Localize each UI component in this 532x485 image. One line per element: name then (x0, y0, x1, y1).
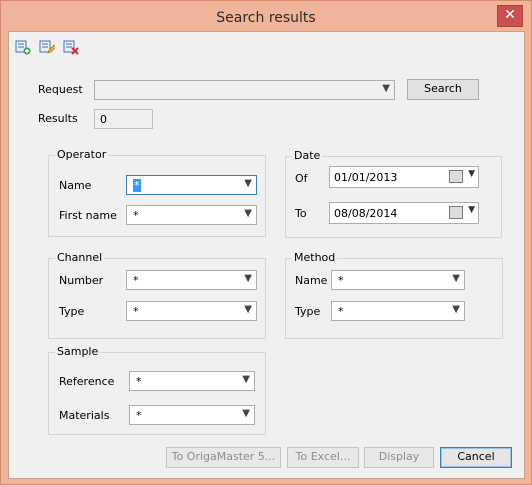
results-count: 0 (100, 113, 107, 126)
calendar-icon[interactable] (449, 170, 463, 183)
request-label: Request (38, 83, 83, 96)
calendar-icon[interactable] (449, 206, 463, 219)
operator-group-title: Operator (55, 148, 109, 161)
channel-number-combo[interactable]: * ▼ (126, 270, 257, 290)
chevron-down-icon: ▼ (382, 83, 390, 94)
operator-group: Operator Name * ▼ First name * ▼ (48, 148, 266, 237)
operator-name-label: Name (59, 179, 92, 192)
dialog-window: Search results ✕ Request ▼ Search Result… (0, 0, 532, 485)
display-button[interactable]: Display (364, 447, 434, 468)
chevron-down-icon: ▼ (468, 169, 475, 179)
date-of-value: 01/01/2013 (334, 171, 398, 184)
method-group: Method Name * ▼ Type * ▼ (285, 251, 503, 339)
request-combo[interactable]: ▼ (94, 80, 395, 100)
method-group-title: Method (292, 251, 338, 264)
sample-group: Sample Reference * ▼ Materials * ▼ (48, 345, 266, 435)
add-icon[interactable] (15, 39, 31, 55)
date-group-title: Date (292, 149, 323, 162)
channel-number-value: * (133, 274, 139, 287)
channel-number-label: Number (59, 274, 104, 287)
chevron-down-icon: ▼ (468, 205, 475, 215)
chevron-down-icon: ▼ (244, 304, 252, 315)
edit-icon[interactable] (39, 39, 57, 55)
delete-icon[interactable] (63, 39, 79, 55)
chevron-down-icon: ▼ (242, 374, 250, 385)
chevron-down-icon: ▼ (244, 208, 252, 219)
method-type-value: * (338, 305, 344, 318)
sample-reference-combo[interactable]: * ▼ (129, 371, 255, 391)
search-button[interactable]: Search (407, 79, 479, 100)
date-of-picker[interactable]: 01/01/2013 ▼ (329, 166, 479, 188)
operator-first-name-combo[interactable]: * ▼ (126, 205, 257, 225)
date-to-picker[interactable]: 08/08/2014 ▼ (329, 202, 479, 224)
channel-type-value: * (133, 305, 139, 318)
to-origamaster-button[interactable]: To OrigaMaster 5... (166, 447, 281, 468)
chevron-down-icon: ▼ (452, 273, 460, 284)
date-group: Date Of 01/01/2013 ▼ To 08/08/2014 ▼ (285, 149, 502, 238)
sample-materials-combo[interactable]: * ▼ (129, 405, 255, 425)
channel-group: Channel Number * ▼ Type * ▼ (48, 251, 266, 339)
cancel-button[interactable]: Cancel (440, 447, 512, 468)
method-name-value: * (338, 274, 344, 287)
operator-first-name-label: First name (59, 209, 117, 222)
operator-name-value: * (133, 179, 141, 192)
date-to-value: 08/08/2014 (334, 207, 398, 220)
channel-group-title: Channel (55, 251, 105, 264)
chevron-down-icon: ▼ (452, 304, 460, 315)
title-bar[interactable]: Search results ✕ (1, 1, 531, 31)
chevron-down-icon: ▼ (244, 178, 252, 189)
sample-materials-label: Materials (59, 409, 110, 422)
operator-name-combo[interactable]: * ▼ (126, 175, 257, 195)
results-label: Results (38, 112, 78, 125)
method-type-label: Type (295, 305, 321, 318)
date-of-label: Of (295, 172, 308, 185)
dialog-client-area: Request ▼ Search Results 0 Operator Name… (8, 31, 525, 479)
chevron-down-icon: ▼ (244, 273, 252, 284)
results-count-field: 0 (94, 109, 153, 129)
sample-materials-value: * (136, 409, 142, 422)
chevron-down-icon: ▼ (242, 408, 250, 419)
channel-type-combo[interactable]: * ▼ (126, 301, 257, 321)
method-name-label: Name (295, 274, 328, 287)
sample-group-title: Sample (55, 345, 101, 358)
sample-reference-label: Reference (59, 375, 115, 388)
channel-type-label: Type (59, 305, 85, 318)
window-title: Search results (216, 10, 316, 26)
date-to-label: To (295, 207, 307, 220)
method-name-combo[interactable]: * ▼ (331, 270, 465, 290)
operator-first-name-value: * (133, 209, 139, 222)
sample-reference-value: * (136, 375, 142, 388)
method-type-combo[interactable]: * ▼ (331, 301, 465, 321)
to-excel-button[interactable]: To Excel... (287, 447, 359, 468)
close-button[interactable]: ✕ (497, 5, 523, 27)
